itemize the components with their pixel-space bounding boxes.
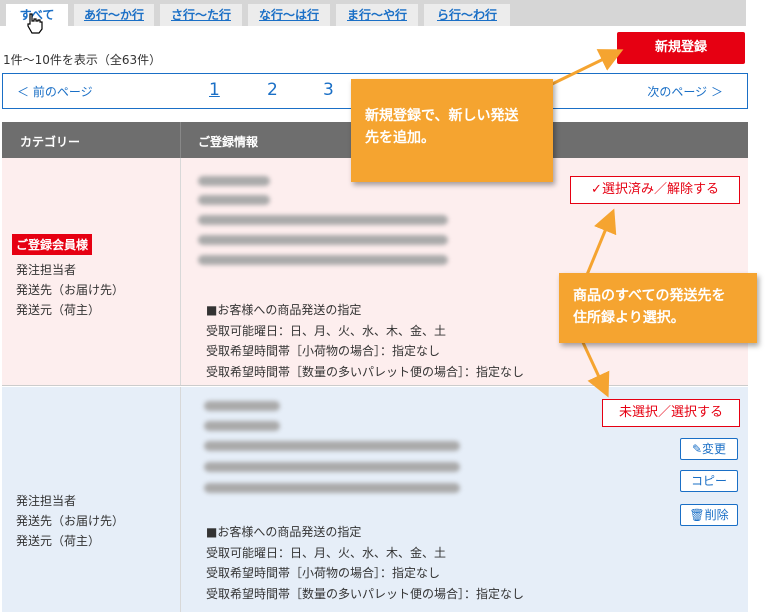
tab-label: な行～は行: [258, 8, 319, 22]
category-labels: 発注担当者 発送先（お届け先） 発送元（荷主）: [16, 491, 124, 551]
table-row: 発注担当者 発送先（お届け先） 発送元（荷主） ■お客様への商品発送の指定 受取…: [2, 387, 748, 612]
label-ship-to: 発送先（お届け先）: [16, 514, 125, 528]
column-divider: [180, 158, 181, 385]
column-divider: [180, 122, 181, 158]
blurred-text: [198, 255, 448, 265]
category-labels: 発注担当者 発送先（お届け先） 発送元（荷主）: [16, 260, 124, 320]
notes-days: 受取可能曜日：日、月、火、水、木、金、土: [206, 545, 447, 560]
selected-toggle-button[interactable]: ✓選択済み／解除する: [570, 176, 740, 204]
new-registration-button[interactable]: 新規登録: [617, 32, 745, 64]
page-link-2[interactable]: 2: [267, 80, 278, 100]
delete-label: 削除: [704, 508, 729, 522]
notes-small-parcel: 受取希望時間帯［小荷物の場合］：指定なし: [206, 344, 441, 358]
callout-text: 商品のすべての発送先を: [573, 288, 726, 304]
tab-na-ha[interactable]: な行～は行: [248, 4, 330, 26]
edit-button[interactable]: ✎変更: [680, 438, 738, 460]
notes-pallet: 受取希望時間帯［数量の多いパレット便の場合］：指定なし: [206, 364, 525, 379]
callout-select-address: 商品のすべての発送先を 住所録より選択。: [559, 273, 757, 343]
blurred-text: [198, 215, 448, 225]
label-ship-from: 発送元（荷主）: [16, 303, 101, 317]
notes-heading: ■お客様への商品発送の指定: [206, 303, 362, 317]
notes-days: 受取可能曜日：日、月、火、水、木、金、土: [206, 323, 447, 338]
label-orderer: 発注担当者: [16, 494, 77, 508]
column-header-category: カテゴリー: [20, 135, 81, 149]
notes-pallet: 受取希望時間帯［数量の多いパレット便の場合］：指定なし: [206, 586, 525, 601]
tab-label: さ行～た行: [170, 8, 231, 22]
tab-bar: すべて あ行～か行 さ行～た行 な行～は行 ま行～や行 ら行～わ行: [0, 0, 746, 26]
copy-button[interactable]: コピー: [680, 470, 738, 492]
delete-button[interactable]: 🗑削除: [680, 504, 738, 526]
column-divider: [180, 387, 181, 612]
blurred-text: [198, 195, 270, 205]
table-row: ご登録会員様 発注担当者 発送先（お届け先） 発送元（荷主） ■お客様への商品発…: [2, 158, 748, 386]
blurred-text: [204, 483, 460, 493]
label-ship-from: 発送元（荷主）: [16, 534, 101, 548]
blurred-text: [204, 441, 460, 451]
pencil-icon: ✎: [691, 442, 703, 456]
edit-label: 変更: [702, 442, 727, 456]
delivery-notes: ■お客様への商品発送の指定 受取可能曜日：日、月、火、水、木、金、土 受取希望時…: [206, 522, 524, 604]
tab-a-ka[interactable]: あ行～か行: [74, 4, 154, 26]
notes-small-parcel: 受取希望時間帯［小荷物の場合］：指定なし: [206, 566, 441, 580]
tab-ra-wa[interactable]: ら行～わ行: [424, 4, 510, 26]
label-orderer: 発注担当者: [16, 263, 77, 277]
notes-heading: ■お客様への商品発送の指定: [206, 525, 362, 539]
blurred-text: [204, 462, 460, 472]
delivery-notes: ■お客様への商品発送の指定 受取可能曜日：日、月、火、水、木、金、土 受取希望時…: [206, 300, 524, 382]
callout-new-registration: 新規登録で、新しい発送 先を追加。: [351, 79, 553, 182]
callout-text: 先を追加。: [365, 130, 435, 146]
blurred-text: [204, 401, 280, 411]
tab-label: ら行～わ行: [436, 8, 497, 22]
tab-ma-ya[interactable]: ま行～や行: [336, 4, 418, 26]
next-page-link[interactable]: 次のページ ＞: [647, 83, 723, 100]
trash-icon: 🗑: [689, 508, 705, 522]
tab-sa-ta[interactable]: さ行～た行: [160, 4, 242, 26]
tab-label: あ行～か行: [83, 8, 144, 22]
label-ship-to: 発送先（お届け先）: [16, 283, 125, 297]
page-link-3[interactable]: 3: [323, 80, 334, 100]
column-header-info: ご登録情報: [198, 135, 259, 149]
unselected-toggle-button[interactable]: 未選択／選択する: [602, 399, 740, 427]
hand-cursor-icon: [27, 13, 43, 34]
blurred-text: [204, 421, 280, 431]
prev-page-link[interactable]: ＜ 前のページ: [17, 83, 93, 100]
blurred-text: [198, 235, 448, 245]
callout-text: 住所録より選択。: [573, 310, 685, 326]
blurred-text: [198, 176, 270, 186]
tab-label: ま行～や行: [346, 8, 407, 22]
member-badge: ご登録会員様: [12, 234, 93, 255]
callout-text: 新規登録で、新しい発送: [365, 108, 519, 124]
result-count: 1件～10件を表示（全63件）: [3, 53, 162, 67]
page-link-1[interactable]: 1: [209, 80, 220, 100]
